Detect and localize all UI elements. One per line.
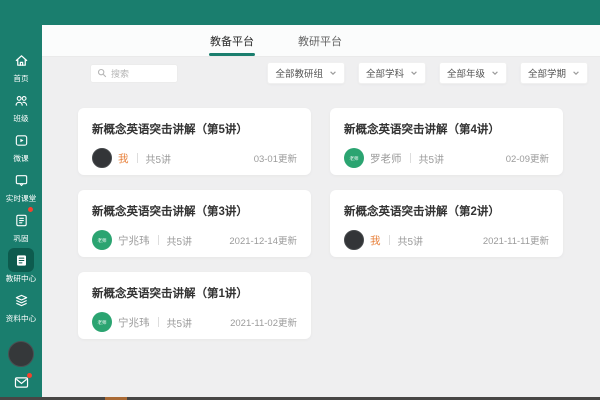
home-icon [14,53,29,68]
chevron-down-icon [329,69,337,77]
platform-tabbar: 教备平台 教研平台 [42,25,600,57]
course-card[interactable]: 新概念英语突击讲解（第2讲） 我 共5讲 2021-11-11更新 [330,190,563,257]
search-input[interactable] [111,68,171,79]
course-meta: 我 共5讲 03-01更新 [92,148,297,168]
sidebar-item-home[interactable]: 首页 [0,48,42,88]
meta-divider [388,235,390,245]
author-avatar [344,230,364,250]
search-box [90,64,178,83]
sidebar-item-label: 首页 [13,74,29,83]
chevron-down-icon [491,69,499,77]
course-title: 新概念英语突击讲解（第5讲） [92,124,248,136]
filter-dropdown-value: 全部教研组 [275,69,323,80]
course-card[interactable]: 新概念英语突击讲解（第3讲） 老师 宁兆玮 共5讲 2021-12-14更新 [78,190,311,257]
filter-dropdown-value: 全部学科 [365,69,404,80]
research-center-icon [14,253,29,268]
meta-divider [157,317,159,327]
sidebar-nav: 首页 班级 微课 实时课堂 巩固 教研中心 资料中心 [0,48,42,328]
tab-label: 教研平台 [298,35,342,48]
sidebar-item-label: 实时课堂 [5,194,37,203]
course-meta: 老师 罗老师 共5讲 02-09更新 [344,148,549,168]
course-card[interactable]: 新概念英语突击讲解（第4讲） 老师 罗老师 共5讲 02-09更新 [330,108,563,175]
course-meta: 我 共5讲 2021-11-11更新 [344,230,549,250]
course-card[interactable]: 新概念英语突击讲解（第1讲） 老师 宁兆玮 共5讲 2021-11-02更新 [78,272,311,339]
course-card[interactable]: 新概念英语突击讲解（第5讲） 我 共5讲 03-01更新 [78,108,311,175]
sidebar-item-label: 巩固 [13,234,29,243]
sidebar-item-label: 资料中心 [5,314,37,323]
filter-dropdown-3[interactable]: 全部学期 [519,62,588,84]
author-name: 我 [118,152,129,165]
updated-date: 02-09更新 [505,154,549,165]
tab-label: 教备平台 [210,35,254,48]
consolidation-icon [14,213,29,228]
author-name: 我 [370,234,381,247]
sidebar-item-microcourse[interactable]: 微课 [0,128,42,168]
author-avatar: 老师 [92,230,112,250]
chevron-down-icon [410,69,418,77]
author-avatar [92,148,112,168]
updated-date: 2021-11-11更新 [482,236,549,247]
filter-dropdown-value: 全部学期 [527,69,566,80]
microcourse-icon [14,133,29,148]
sidebar-bottom [8,341,34,389]
author-avatar: 老师 [92,312,112,332]
sidebar-item-consolidation[interactable]: 巩固 [0,207,42,248]
sidebar-item-research-center[interactable]: 教研中心 [0,248,42,288]
course-title: 新概念英语突击讲解（第3讲） [92,206,248,218]
author-name: 宁兆玮 [118,316,150,329]
sidebar-item-label: 班级 [13,114,29,123]
updated-date: 2021-11-02更新 [230,318,297,329]
class-icon [14,93,29,108]
filter-dropdown-0[interactable]: 全部教研组 [267,62,345,84]
user-avatar[interactable] [8,341,34,367]
lecture-count: 共5讲 [397,236,424,248]
search-icon [97,65,107,83]
lecture-count: 共5讲 [166,236,193,248]
sidebar-item-label: 微课 [13,154,29,163]
chevron-down-icon [572,69,580,77]
updated-date: 03-01更新 [253,154,297,165]
course-title: 新概念英语突击讲解（第2讲） [344,206,500,218]
author-avatar-label: 老师 [97,237,107,244]
course-title: 新概念英语突击讲解（第4讲） [344,124,500,136]
tab-0[interactable]: 教备平台 [210,25,254,56]
lecture-count: 共5讲 [418,154,445,166]
filter-toolbar: 全部教研组 全部学科 全部年级 [42,57,600,91]
filter-dropdown-1[interactable]: 全部学科 [357,62,426,84]
updated-date: 2021-12-14更新 [229,236,297,247]
author-avatar-label: 老师 [97,319,107,326]
filter-dropdown-2[interactable]: 全部年级 [438,62,507,84]
sidebar-item-class[interactable]: 班级 [0,88,42,128]
mail-button[interactable] [14,373,32,389]
top-header-bar: 伯索 [0,0,600,25]
filter-dropdowns: 全部教研组 全部学科 全部年级 全部学期 [267,62,588,84]
lecture-count: 共5讲 [166,318,193,330]
course-title: 新概念英语突击讲解（第1讲） [92,288,248,300]
materials-center-icon [14,293,29,308]
mail-icon [14,376,29,389]
app-window: 伯索 首页 班级 [0,0,600,400]
lecture-count: 共5讲 [145,154,172,166]
meta-divider [157,235,159,245]
notification-dot [28,207,33,212]
sidebar: 首页 班级 微课 实时课堂 巩固 教研中心 资料中心 [0,0,42,397]
tab-1[interactable]: 教研平台 [298,25,342,56]
author-avatar-label: 老师 [349,155,359,162]
filter-dropdown-value: 全部年级 [446,69,485,80]
meta-divider [409,153,411,163]
author-avatar: 老师 [344,148,364,168]
sidebar-item-live-classroom[interactable]: 实时课堂 [0,168,42,208]
author-name: 罗老师 [370,152,402,165]
author-name: 宁兆玮 [118,234,150,247]
meta-divider [136,153,138,163]
course-meta: 老师 宁兆玮 共5讲 2021-12-14更新 [92,230,297,250]
mail-notification-dot [26,373,32,378]
course-meta: 老师 宁兆玮 共5讲 2021-11-02更新 [92,312,297,332]
live-classroom-icon [14,173,29,188]
sidebar-item-label: 教研中心 [5,274,37,283]
course-card-grid: 新概念英语突击讲解（第5讲） 我 共5讲 03-01更新 新概念英语突击讲解（第… [78,108,563,339]
sidebar-item-materials-center[interactable]: 资料中心 [0,288,42,328]
